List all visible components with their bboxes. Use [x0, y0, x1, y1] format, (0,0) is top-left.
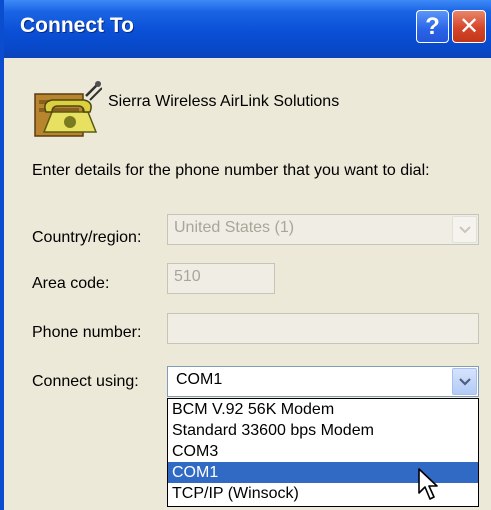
connect-using-dropdown-button[interactable] — [452, 368, 477, 395]
phone-number-label: Phone number: — [32, 324, 142, 341]
help-icon: ? — [425, 12, 440, 40]
window-title: Connect To — [20, 14, 134, 37]
help-button[interactable]: ? — [416, 10, 449, 43]
title-bar[interactable]: Connect To ? ✕ — [4, 0, 491, 58]
connect-using-select[interactable]: COM1 — [167, 366, 479, 397]
area-code-field[interactable]: 510 — [167, 263, 275, 294]
connection-name: Sierra Wireless AirLink Solutions — [108, 93, 340, 110]
country-select[interactable]: United States (1) — [167, 214, 479, 245]
connect-to-dialog: Connect To ? ✕ Sierra Wireless AirLink S… — [0, 0, 491, 510]
chevron-down-icon — [458, 377, 471, 386]
option-standard-modem[interactable]: Standard 33600 bps Modem — [168, 420, 478, 441]
country-value: United States (1) — [174, 219, 295, 236]
close-icon: ✕ — [458, 13, 480, 40]
connect-using-label: Connect using: — [32, 373, 139, 390]
country-label: Country/region: — [32, 229, 142, 246]
connect-using-value: COM1 — [176, 371, 223, 388]
mouse-cursor-icon — [418, 468, 438, 500]
option-bcm-modem[interactable]: BCM V.92 56K Modem — [168, 399, 478, 420]
country-dropdown-button[interactable] — [452, 216, 477, 243]
instructions-text: Enter details for the phone number that … — [32, 162, 430, 179]
close-button[interactable]: ✕ — [452, 10, 486, 43]
option-com3[interactable]: COM3 — [168, 441, 478, 462]
chevron-down-icon — [458, 225, 471, 233]
area-code-label: Area code: — [32, 275, 110, 292]
phone-icon — [34, 81, 102, 137]
phone-number-field[interactable] — [167, 313, 479, 344]
area-code-value: 510 — [174, 268, 201, 285]
